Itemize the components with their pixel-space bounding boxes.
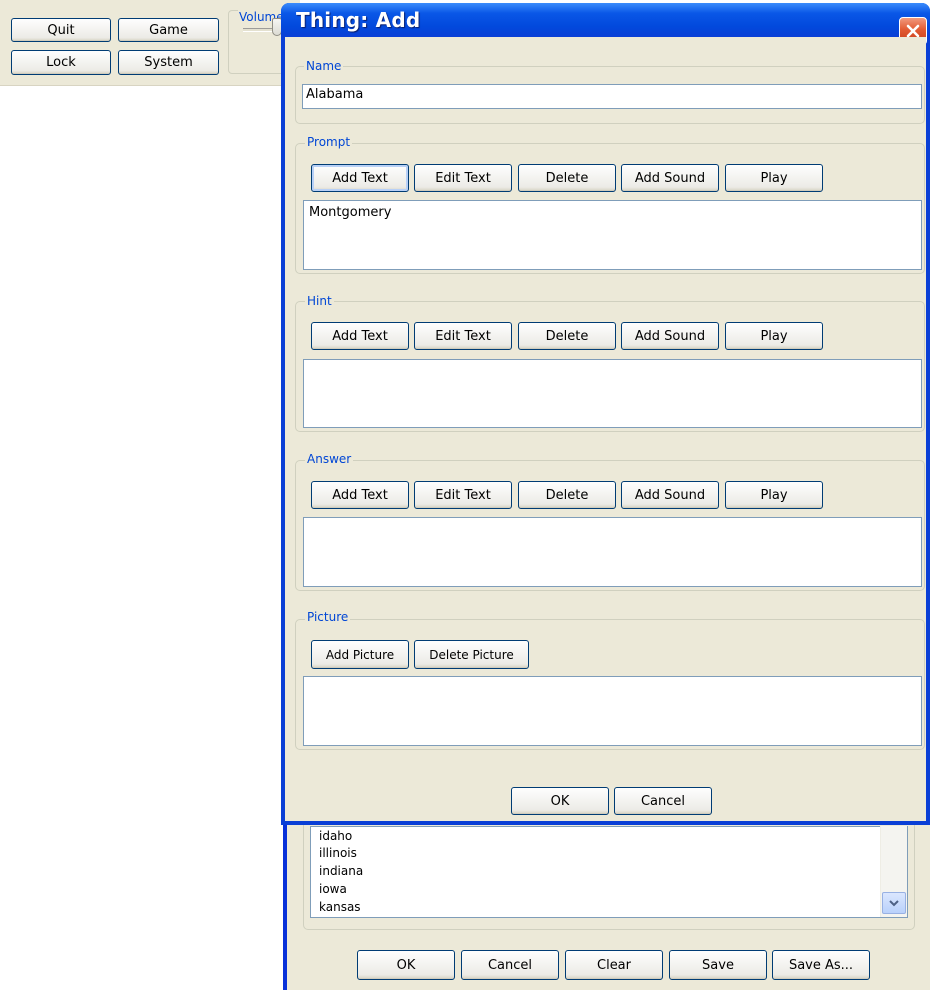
answer-edit-text-button[interactable]: Edit Text [414, 481, 512, 509]
name-field[interactable]: Alabama [302, 84, 922, 109]
system-button[interactable]: System [118, 50, 219, 75]
picture-area [303, 676, 922, 746]
state-list[interactable]: idaho illinois indiana iowa kansas [310, 826, 908, 918]
quit-button[interactable]: Quit [11, 18, 111, 42]
prompt-label: Prompt [305, 135, 353, 150]
dialog-body: Name Alabama Prompt Add Text Edit Text D… [285, 37, 926, 821]
prompt-add-sound-button[interactable]: Add Sound [621, 164, 719, 192]
answer-text-area[interactable] [303, 517, 922, 587]
answer-add-text-button[interactable]: Add Text [311, 481, 409, 509]
prompt-add-text-button[interactable]: Add Text [311, 164, 409, 192]
answer-delete-button[interactable]: Delete [518, 481, 616, 509]
picture-label: Picture [305, 610, 351, 625]
main-save-as-button[interactable]: Save As... [772, 950, 870, 980]
answer-add-sound-button[interactable]: Add Sound [621, 481, 719, 509]
name-label: Name [304, 59, 344, 74]
hint-edit-text-button[interactable]: Edit Text [414, 322, 512, 350]
list-item[interactable]: kansas [319, 900, 361, 915]
add-picture-button[interactable]: Add Picture [311, 640, 409, 669]
main-save-button[interactable]: Save [669, 950, 767, 980]
answer-label: Answer [305, 452, 354, 467]
list-item[interactable]: illinois [319, 846, 357, 861]
scroll-down-button[interactable] [882, 892, 906, 914]
main-clear-button[interactable]: Clear [565, 950, 663, 980]
prompt-delete-button[interactable]: Delete [518, 164, 616, 192]
main-toolbar: Quit Game Lock System Volume [0, 0, 308, 86]
main-cancel-button[interactable]: Cancel [461, 950, 559, 980]
hint-label: Hint [305, 294, 334, 309]
hint-add-sound-button[interactable]: Add Sound [621, 322, 719, 350]
ok-button[interactable]: OK [511, 787, 609, 815]
dialog-title: Thing: Add [296, 8, 421, 32]
list-item[interactable]: idaho [319, 829, 352, 844]
list-item[interactable]: iowa [319, 882, 347, 897]
answer-play-button[interactable]: Play [725, 481, 823, 509]
hint-text-area[interactable] [303, 359, 922, 428]
main-ok-button[interactable]: OK [357, 950, 455, 980]
hint-play-button[interactable]: Play [725, 322, 823, 350]
game-button[interactable]: Game [118, 18, 219, 42]
dialog-titlebar[interactable]: Thing: Add [281, 3, 930, 37]
lock-button[interactable]: Lock [11, 50, 111, 75]
cancel-button[interactable]: Cancel [614, 787, 712, 815]
hint-delete-button[interactable]: Delete [518, 322, 616, 350]
delete-picture-button[interactable]: Delete Picture [414, 640, 529, 669]
hint-add-text-button[interactable]: Add Text [311, 322, 409, 350]
chevron-down-icon [889, 900, 899, 907]
prompt-edit-text-button[interactable]: Edit Text [414, 164, 512, 192]
prompt-play-button[interactable]: Play [725, 164, 823, 192]
list-item[interactable]: indiana [319, 864, 363, 879]
prompt-text-area[interactable]: Montgomery [303, 200, 922, 270]
thing-add-dialog: Thing: Add Name Alabama Prompt Add Text … [281, 3, 930, 825]
